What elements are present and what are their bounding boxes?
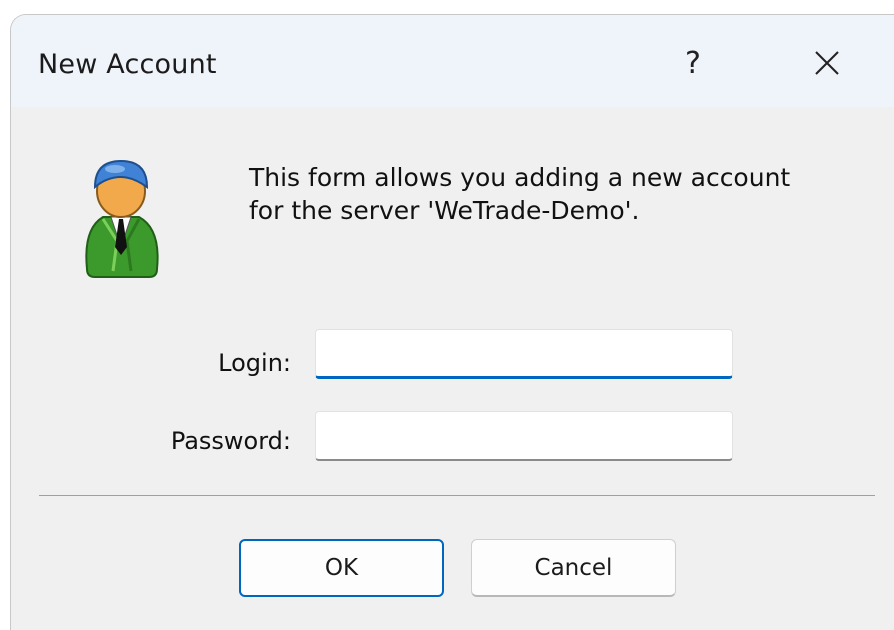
info-line-2: for the server 'WeTrade-Demo'. bbox=[249, 196, 640, 225]
info-line-1: This form allows you adding a new accoun… bbox=[249, 163, 791, 192]
login-input[interactable] bbox=[315, 329, 733, 379]
close-icon bbox=[815, 51, 839, 75]
new-account-dialog: New Account ? This form allows you addin… bbox=[10, 14, 894, 630]
cancel-button[interactable]: Cancel bbox=[471, 539, 676, 597]
user-account-icon bbox=[73, 151, 169, 283]
info-message: This form allows you adding a new accoun… bbox=[249, 161, 879, 227]
divider bbox=[39, 495, 875, 496]
help-icon: ? bbox=[685, 45, 701, 81]
help-button[interactable]: ? bbox=[671, 39, 715, 87]
ok-button[interactable]: OK bbox=[239, 539, 444, 597]
title-bar[interactable]: New Account ? bbox=[11, 15, 894, 107]
password-label: Password: bbox=[170, 427, 291, 455]
dialog-title: New Account bbox=[38, 49, 217, 80]
close-button[interactable] bbox=[801, 39, 853, 87]
password-input[interactable] bbox=[315, 411, 733, 461]
login-label: Login: bbox=[218, 349, 291, 377]
